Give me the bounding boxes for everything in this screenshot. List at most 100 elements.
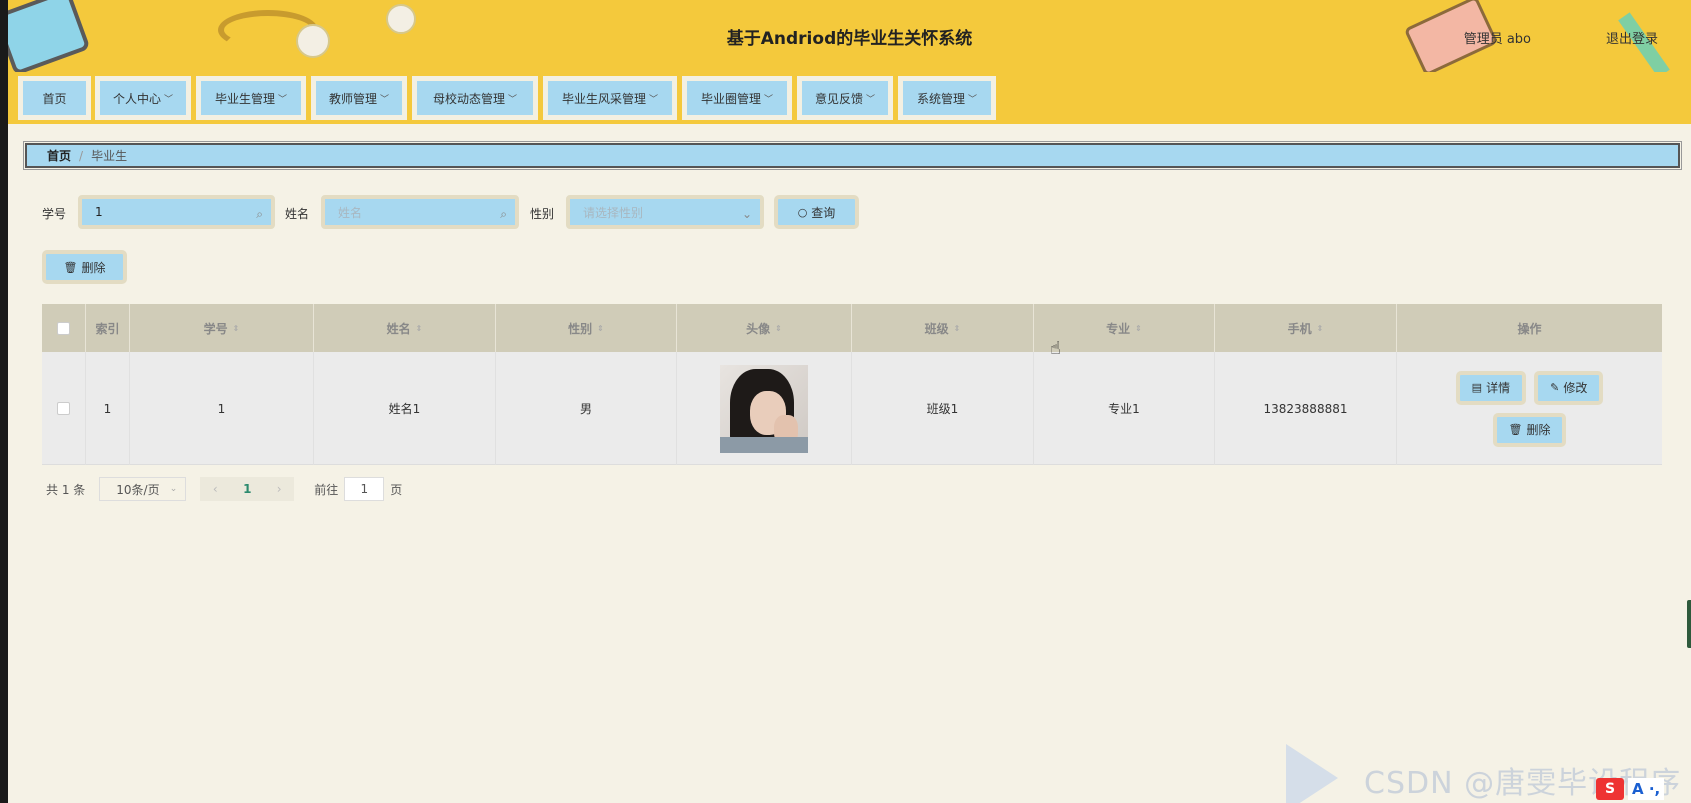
window-left-edge xyxy=(0,0,8,803)
goto-page-input[interactable]: 1 xyxy=(344,477,385,501)
xingming-input[interactable]: 姓名 ⌕ xyxy=(321,195,519,229)
detail-button-label: 详情 xyxy=(1486,381,1511,395)
sort-icon[interactable]: ⇕ xyxy=(1135,324,1142,333)
play-icon xyxy=(1286,744,1338,803)
breadcrumb-separator: / xyxy=(79,148,84,163)
pencil-icon: ✎ xyxy=(1550,381,1560,394)
csdn-logo-icon: S xyxy=(1596,778,1624,800)
avatar-image[interactable] xyxy=(720,364,808,453)
nav-item-label: 教师管理 xyxy=(328,91,377,106)
nav-item-graduate-circle-management[interactable]: 毕业圈管理 ﹀ xyxy=(682,76,792,120)
page-suffix: 页 xyxy=(390,482,403,497)
column-header-actions: 操作 xyxy=(1397,304,1662,352)
search-icon: ⌕ xyxy=(256,207,263,221)
cell-avatar xyxy=(677,352,852,465)
column-header-label: 性别 xyxy=(568,321,593,336)
column-header-shouji[interactable]: 手机 ⇕ xyxy=(1215,304,1397,352)
sort-icon[interactable]: ⇕ xyxy=(597,324,604,333)
nav-item-personal-center[interactable]: 个人中心 ﹀ xyxy=(95,76,191,120)
trash-icon: 🗑 xyxy=(1508,423,1523,436)
nav-item-home[interactable]: 首页 xyxy=(18,76,91,120)
nav-item-graduate-management[interactable]: 毕业生管理 ﹀ xyxy=(196,76,306,120)
row-delete-button[interactable]: 🗑 删除 xyxy=(1492,412,1567,447)
nav-item-label: 个人中心 xyxy=(112,91,161,106)
table-header: 索引 学号 ⇕ 姓名 ⇕ 性别 ⇕ 头像 ⇕ 班级 ⇕ 专业 ⇕ 手机 ⇕ 操作 xyxy=(42,304,1662,352)
side-tab-handle[interactable] xyxy=(1687,600,1691,648)
column-header-label: 班级 xyxy=(924,321,949,336)
detail-button[interactable]: ▤ 详情 xyxy=(1455,370,1527,405)
query-button[interactable]: ○ 查询 xyxy=(774,195,859,229)
sort-icon[interactable]: ⇕ xyxy=(416,324,423,333)
cell-index: 1 xyxy=(86,352,130,465)
pagination-total: 共 1 条 xyxy=(46,482,86,497)
chevron-down-icon: ﹀ xyxy=(968,94,978,105)
column-header-label: 手机 xyxy=(1287,321,1312,336)
nav-item-label: 毕业生管理 xyxy=(214,91,275,106)
page-size-select[interactable]: 10条/页 ⌄ xyxy=(99,477,187,501)
cell-actions: ▤ 详情 ✎ 修改 🗑 删除 xyxy=(1397,352,1662,465)
prev-page-icon[interactable]: ‹ xyxy=(213,482,218,496)
row-select-cell xyxy=(42,352,86,465)
batch-delete-button[interactable]: 🗑 删除 xyxy=(42,250,127,284)
chevron-down-icon: ⌄ xyxy=(169,484,178,494)
search-icon: ○ xyxy=(797,205,808,219)
cell-shouji: 13823888881 xyxy=(1215,352,1397,465)
xingbie-select-placeholder: 请选择性别 xyxy=(583,205,644,220)
sort-icon[interactable]: ⇕ xyxy=(954,324,961,333)
column-header-zhuanye[interactable]: 专业 ⇕ xyxy=(1034,304,1215,352)
page-number-current[interactable]: 1 xyxy=(243,482,251,496)
column-header-label: 姓名 xyxy=(386,321,411,336)
sort-icon[interactable]: ⇕ xyxy=(775,324,782,333)
nav-item-system-management[interactable]: 系统管理 ﹀ xyxy=(898,76,996,120)
column-header-xuehao[interactable]: 学号 ⇕ xyxy=(130,304,314,352)
column-header-xingbie[interactable]: 性别 ⇕ xyxy=(496,304,677,352)
chevron-down-icon: ⌄ xyxy=(741,207,752,221)
chevron-down-icon: ﹀ xyxy=(380,94,390,105)
row-checkbox[interactable] xyxy=(57,402,70,415)
next-page-icon[interactable]: › xyxy=(277,482,282,496)
chevron-down-icon: ﹀ xyxy=(508,94,518,105)
xuehao-input-value: 1 xyxy=(95,205,103,219)
column-header-label: 专业 xyxy=(1106,321,1131,336)
nav-item-feedback[interactable]: 意见反馈 ﹀ xyxy=(797,76,893,120)
goto-page-value: 1 xyxy=(360,482,369,496)
column-header-xingming[interactable]: 姓名 ⇕ xyxy=(314,304,496,352)
ime-toolbar[interactable]: A ·, xyxy=(1628,778,1665,800)
xingming-label: 姓名 xyxy=(285,207,310,221)
nav-item-label: 系统管理 xyxy=(916,91,965,106)
column-header-avatar[interactable]: 头像 ⇕ xyxy=(677,304,852,352)
chevron-down-icon: ﹀ xyxy=(866,94,876,105)
goto-label: 前往 xyxy=(314,482,339,497)
search-icon: ⌕ xyxy=(500,207,507,221)
sort-icon[interactable]: ⇕ xyxy=(233,324,240,333)
xingbie-label: 性别 xyxy=(530,207,555,221)
app-header: 基于Andriod的毕业生关怀系统 管理员 abo 退出登录 xyxy=(8,0,1691,72)
nav-item-label: 毕业圈管理 xyxy=(700,91,761,106)
nav-item-label: 毕业生风采管理 xyxy=(561,91,646,106)
nav-item-teacher-management[interactable]: 教师管理 ﹀ xyxy=(311,76,407,120)
chevron-down-icon: ﹀ xyxy=(764,94,774,105)
nav-item-label: 意见反馈 xyxy=(814,91,863,106)
cell-xuehao: 1 xyxy=(130,352,314,465)
xuehao-input[interactable]: 1 ⌕ xyxy=(78,195,275,229)
breadcrumb-current: 毕业生 xyxy=(91,149,128,163)
select-all-checkbox[interactable] xyxy=(57,321,70,335)
sort-icon[interactable]: ⇕ xyxy=(1317,324,1324,333)
xingbie-select[interactable]: 请选择性别 ⌄ xyxy=(566,195,764,229)
cell-banji: 班级1 xyxy=(852,352,1034,465)
cell-zhuanye: 专业1 xyxy=(1034,352,1215,465)
pagination: 共 1 条 10条/页 ⌄ ‹ 1 › 前往 1 页 xyxy=(46,477,402,501)
batch-delete-button-label: 删除 xyxy=(81,260,106,275)
breadcrumb: 首页 / 毕业生 xyxy=(23,141,1682,170)
column-header-banji[interactable]: 班级 ⇕ xyxy=(852,304,1034,352)
column-header-label: 索引 xyxy=(95,321,120,336)
query-button-label: 查询 xyxy=(811,205,836,220)
nav-item-graduate-showcase-management[interactable]: 毕业生风采管理 ﹀ xyxy=(543,76,677,120)
table-row: 1 1 姓名1 男 班级1 专业1 13823888881 ▤ 详情 ✎ 修改 xyxy=(42,352,1662,465)
select-all-cell xyxy=(42,304,86,352)
edit-button[interactable]: ✎ 修改 xyxy=(1534,370,1604,405)
logout-link[interactable]: 退出登录 xyxy=(1606,28,1658,47)
chevron-down-icon: ﹀ xyxy=(278,94,288,105)
nav-item-school-news-management[interactable]: 母校动态管理 ﹀ xyxy=(412,76,538,120)
breadcrumb-home[interactable]: 首页 xyxy=(47,147,71,164)
